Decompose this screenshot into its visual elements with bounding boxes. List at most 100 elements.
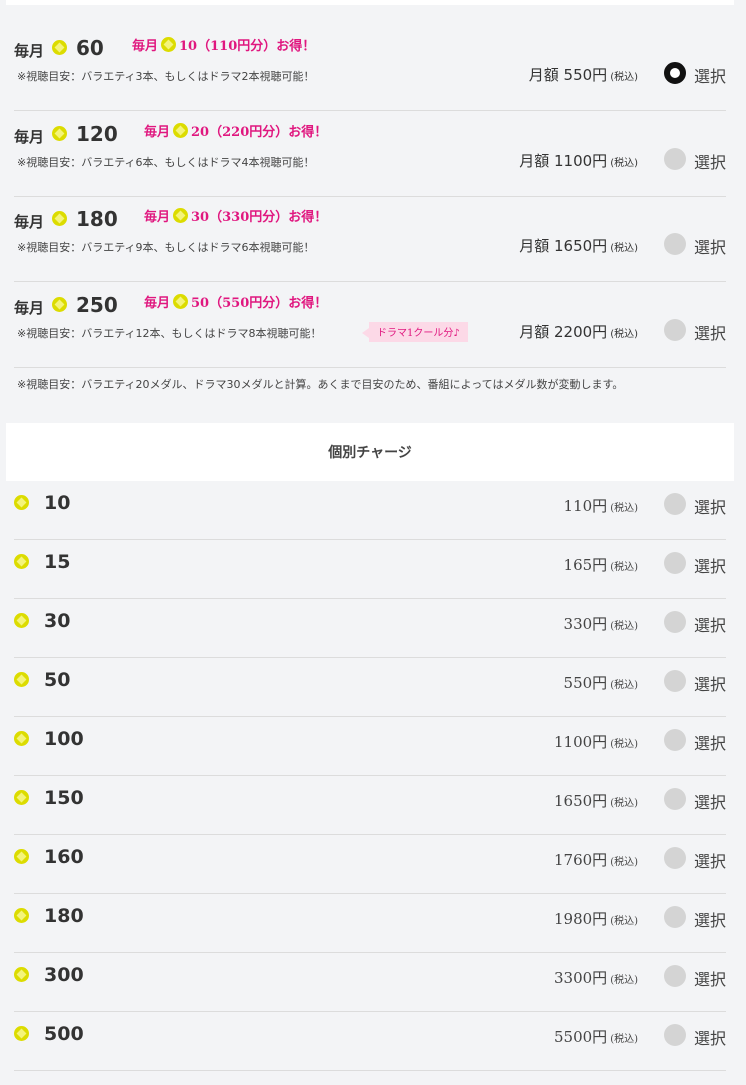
plan-monthly-label: 毎月: [14, 299, 45, 317]
plan-price: 月額 1100円 (税込): [519, 152, 638, 170]
plan-monthly-label: 毎月: [14, 42, 45, 60]
charge-price: 330円 (税込): [563, 615, 638, 633]
medal-coin-icon: [14, 731, 29, 746]
charge-select-label[interactable]: 選択: [694, 1025, 726, 1049]
medal-coin-icon: [14, 672, 29, 687]
medal-coin-icon: [52, 297, 67, 312]
medal-coin-icon: [173, 208, 189, 223]
plan-viewing-note: ※視聴目安：バラエティ6本、もしくはドラマ4本視聴可能！: [17, 156, 315, 169]
section-title-individual-charge: 個別チャージ: [6, 423, 734, 481]
plan-select-radio[interactable]: [664, 62, 686, 84]
charge-medal-amount: 100: [44, 728, 84, 750]
charge-select-label[interactable]: 選択: [694, 789, 726, 813]
drama-cour-tag: ドラマ1クール分♪: [362, 322, 468, 342]
medal-coin-icon: [14, 849, 29, 864]
charge-medal-amount: 150: [44, 787, 84, 809]
plan-medal-amount: 180: [76, 207, 118, 231]
top-panel-edge: [6, 0, 734, 5]
charge-select-label[interactable]: 選択: [694, 730, 726, 754]
plan-viewing-note: ※視聴目安：バラエティ3本、もしくはドラマ2本視聴可能！: [17, 70, 315, 83]
charge-select-radio[interactable]: [664, 670, 686, 692]
medal-coin-icon: [173, 123, 189, 138]
plan-row[interactable]: 毎月 250 毎月 50（550円分）お得！ ※視聴目安：バラエティ12本、もしく…: [14, 282, 726, 368]
charge-medal-amount: 10: [44, 492, 71, 514]
plan-row[interactable]: 毎月 180 毎月 30（330円分）お得！ ※視聴目安：バラエティ9本、もしくは…: [14, 196, 726, 282]
plan-bonus: 毎月 50（550円分）お得！: [144, 294, 328, 311]
charge-select-radio[interactable]: [664, 906, 686, 928]
charge-select-label[interactable]: 選択: [694, 494, 726, 518]
plan-monthly-label: 毎月: [14, 128, 45, 146]
plan-select-label[interactable]: 選択: [694, 234, 726, 258]
charge-price: 1100円 (税込): [554, 733, 638, 751]
charge-medal-amount: 30: [44, 610, 71, 632]
charge-select-label[interactable]: 選択: [694, 553, 726, 577]
medal-coin-icon: [161, 37, 177, 52]
charge-select-label[interactable]: 選択: [694, 907, 726, 931]
charge-select-radio[interactable]: [664, 729, 686, 751]
medal-coin-icon: [14, 908, 29, 923]
plan-viewing-note: ※視聴目安：バラエティ9本、もしくはドラマ6本視聴可能！: [17, 241, 315, 254]
medal-coin-icon: [52, 40, 67, 55]
charge-select-label[interactable]: 選択: [694, 612, 726, 636]
charge-row[interactable]: 100 1100円 (税込) 選択: [14, 717, 726, 776]
plan-bonus: 毎月 30（330円分）お得！: [144, 208, 328, 225]
plan-select-radio[interactable]: [664, 233, 686, 255]
medal-coin-icon: [14, 613, 29, 628]
plan-price: 月額 1650円 (税込): [519, 237, 638, 255]
charge-medal-amount: 180: [44, 905, 84, 927]
charge-price: 550円 (税込): [563, 674, 638, 692]
charge-select-radio[interactable]: [664, 1024, 686, 1046]
viewing-disclaimer: ※視聴目安：バラエティ20メダル、ドラマ30メダルと計算。あくまで目安のため、番…: [17, 378, 624, 391]
charge-medal-amount: 500: [44, 1023, 84, 1045]
charge-row[interactable]: 15 165円 (税込) 選択: [14, 540, 726, 599]
charge-select-label[interactable]: 選択: [694, 848, 726, 872]
charge-select-label[interactable]: 選択: [694, 966, 726, 990]
plan-bonus: 毎月 20（220円分）お得！: [144, 123, 328, 140]
plan-select-label[interactable]: 選択: [694, 320, 726, 344]
charge-row[interactable]: 500 5500円 (税込) 選択: [14, 1012, 726, 1071]
plan-select-radio[interactable]: [664, 148, 686, 170]
plan-medal-amount: 250: [76, 293, 118, 317]
charge-select-radio[interactable]: [664, 611, 686, 633]
charge-medal-amount: 160: [44, 846, 84, 868]
medal-coin-icon: [14, 554, 29, 569]
charge-price: 5500円 (税込): [554, 1028, 638, 1046]
plan-price: 月額 2200円 (税込): [519, 323, 638, 341]
charge-medal-amount: 50: [44, 669, 71, 691]
charge-row[interactable]: 50 550円 (税込) 選択: [14, 658, 726, 717]
plan-medal-amount: 60: [76, 36, 104, 60]
charge-row[interactable]: 300 3300円 (税込) 選択: [14, 953, 726, 1012]
plan-medal-amount: 120: [76, 122, 118, 146]
plan-select-label[interactable]: 選択: [694, 63, 726, 87]
charge-row[interactable]: 150 1650円 (税込) 選択: [14, 776, 726, 835]
medal-coin-icon: [173, 294, 189, 309]
charge-select-label[interactable]: 選択: [694, 671, 726, 695]
charge-medal-amount: 300: [44, 964, 84, 986]
charge-price: 1650円 (税込): [554, 792, 638, 810]
charge-price: 110円 (税込): [563, 497, 638, 515]
plan-bonus: 毎月 10（110円分）お得！: [132, 37, 316, 54]
charge-row[interactable]: 180 1980円 (税込) 選択: [14, 894, 726, 953]
plan-row[interactable]: 毎月 60 毎月 10（110円分）お得！ ※視聴目安：バラエティ3本、もしくはド…: [14, 25, 726, 111]
charge-price: 1760円 (税込): [554, 851, 638, 869]
charge-medal-amount: 15: [44, 551, 71, 573]
medal-coin-icon: [14, 790, 29, 805]
plan-row[interactable]: 毎月 120 毎月 20（220円分）お得！ ※視聴目安：バラエティ6本、もしくは…: [14, 111, 726, 197]
charge-select-radio[interactable]: [664, 847, 686, 869]
charge-price: 1980円 (税込): [554, 910, 638, 928]
plan-monthly-label: 毎月: [14, 213, 45, 231]
charge-row[interactable]: 160 1760円 (税込) 選択: [14, 835, 726, 894]
plan-select-label[interactable]: 選択: [694, 149, 726, 173]
medal-coin-icon: [14, 967, 29, 982]
charge-select-radio[interactable]: [664, 552, 686, 574]
plan-price: 月額 550円 (税込): [528, 66, 638, 84]
charge-row[interactable]: 30 330円 (税込) 選択: [14, 599, 726, 658]
charge-select-radio[interactable]: [664, 493, 686, 515]
medal-coin-icon: [52, 211, 67, 226]
charge-price: 165円 (税込): [563, 556, 638, 574]
charge-row[interactable]: 10 110円 (税込) 選択: [14, 481, 726, 540]
plan-select-radio[interactable]: [664, 319, 686, 341]
medal-coin-icon: [52, 126, 67, 141]
charge-select-radio[interactable]: [664, 788, 686, 810]
charge-select-radio[interactable]: [664, 965, 686, 987]
